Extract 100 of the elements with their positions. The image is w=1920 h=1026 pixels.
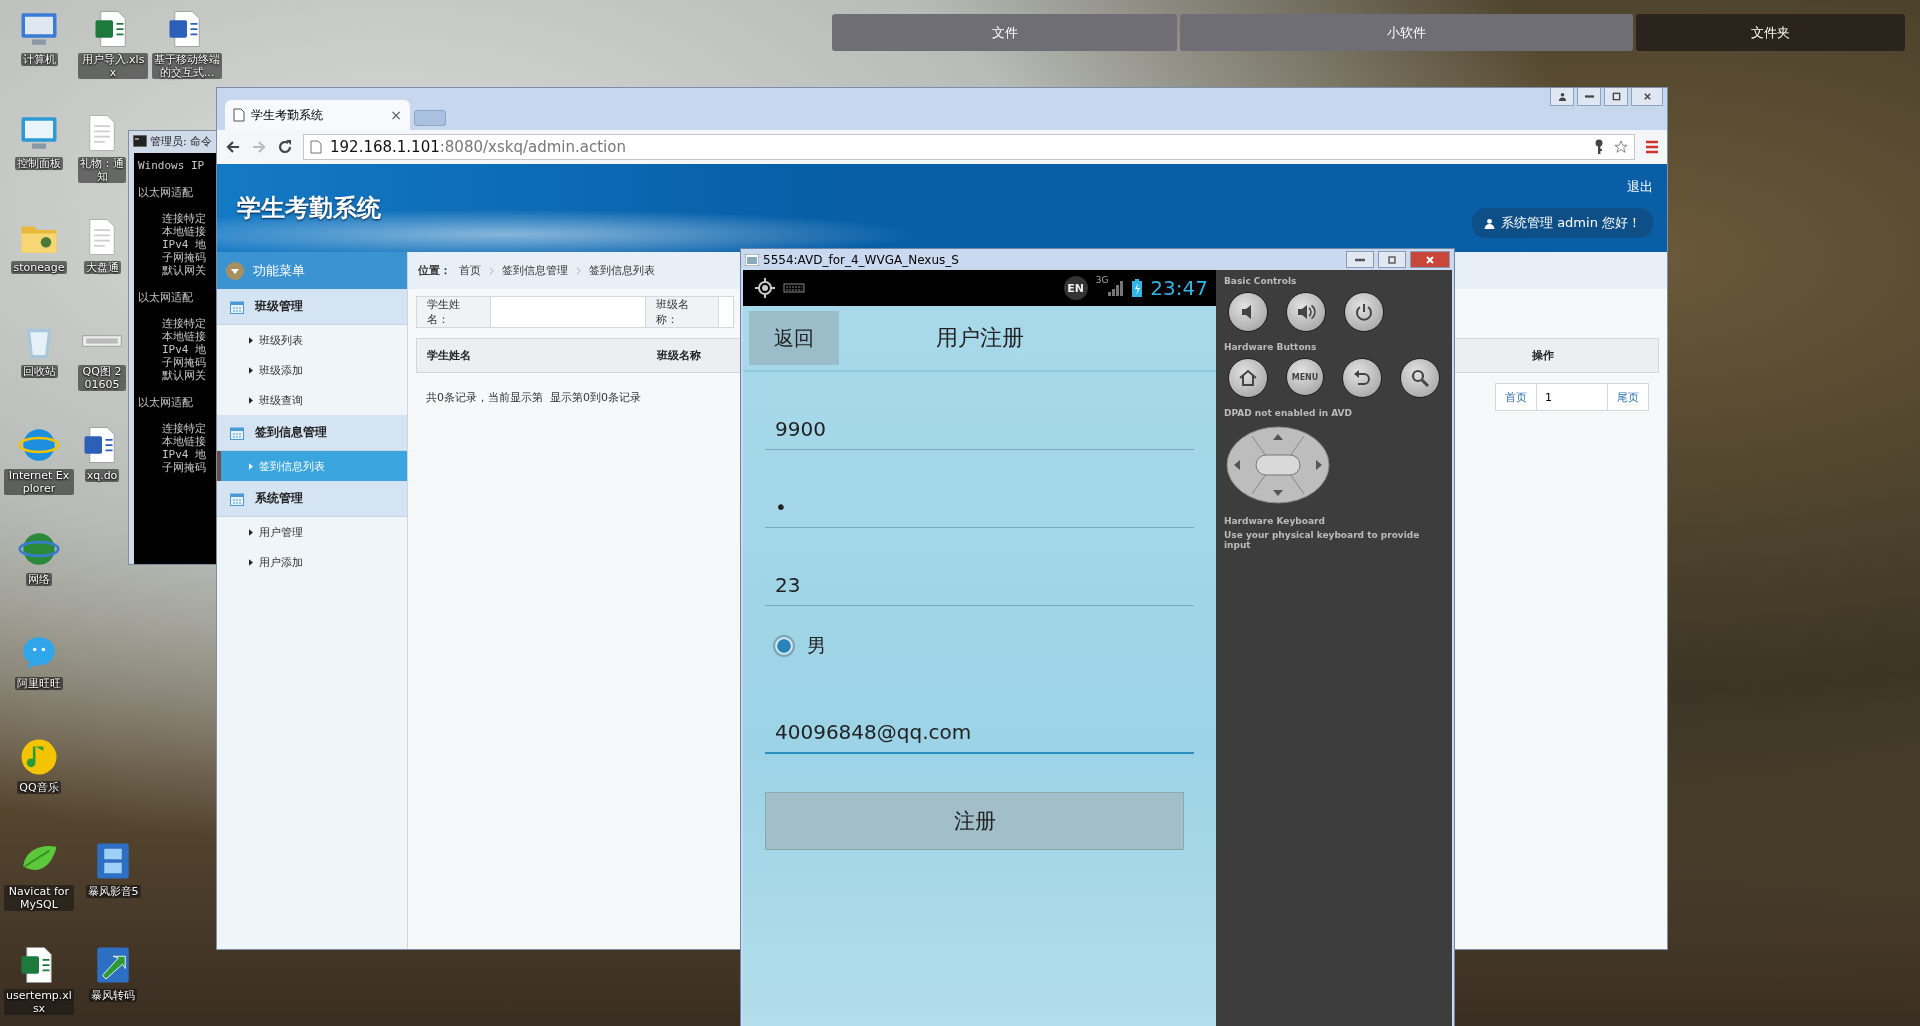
desktop-icon-label[interactable]: QQ音乐 [17,781,61,794]
signal-icon [1108,280,1125,296]
dock-button[interactable]: 文件夹 [1636,14,1905,51]
column-header: 学生姓名 [426,348,472,363]
desktop-icon-label[interactable]: 用户导入.xlsx [78,53,148,79]
close-icon [1425,254,1435,265]
desktop-icon-label[interactable]: stoneage [11,261,67,274]
desktop-icon-label[interactable]: 基于移动终端的交互式... [152,53,222,79]
menu-item[interactable]: 班级查询 [217,385,407,415]
console-text: 默认网关 [161,264,207,277]
page-icon [310,140,322,154]
desktop-icon-label[interactable]: 暴风转码 [89,989,137,1002]
console-text: IPv4 地 [161,238,208,251]
desktop-icon-label[interactable]: Navicat for MySQL [4,885,74,911]
desktop-icon-label[interactable]: QQ图 201605 [78,365,126,391]
desktop-icon-label[interactable]: 大盘通 [83,261,121,274]
hardware-button[interactable] [1342,358,1382,398]
console-text: 连接特定 [161,317,207,330]
desktop-icon-label[interactable]: 礼物：通知 [78,157,126,183]
back-button[interactable]: 返回 [749,311,839,365]
breadcrumb-link[interactable]: 签到信息列表 [589,263,655,278]
menu-group[interactable]: 班级管理 [217,289,407,325]
tab-title: 学生考勤系统 [251,106,324,124]
console-text: 本地链接 [161,435,207,448]
breadcrumb-link[interactable]: 首页 [459,263,481,278]
radio-button[interactable] [773,635,795,657]
caret-icon [249,528,253,536]
close-tab-button[interactable]: × [390,107,402,123]
console-text: 连接特定 [161,422,207,435]
caret-icon [249,366,253,374]
console-text: 以太网适配 [138,396,194,409]
search-label: 学生姓名： [426,297,461,327]
browser-tab[interactable]: 学生考勤系统 × [225,100,410,130]
clock: 23:47 [1150,276,1208,300]
close-button[interactable] [1410,251,1450,268]
first-page-button[interactable]: 首页 [1496,384,1536,410]
record-summary: 共0条记录，当前显示第 显示第0到0条记录 [425,389,641,405]
input-field[interactable]: 23 [765,548,1194,606]
desktop-icon-label[interactable]: 暴风影音5 [85,885,141,898]
greeting-text: 系统管理 admin 您好！ [1501,214,1641,232]
breadcrumb-label: 位置： [418,263,451,278]
search-field[interactable] [489,297,646,327]
hardware-button[interactable] [1286,292,1326,332]
search-icon [1410,368,1430,388]
location-icon [755,278,775,298]
console-text: 本地链接 [161,330,207,343]
back-arrow-icon [1352,368,1372,388]
console-text: IPv4 地 [161,343,208,356]
input-field[interactable]: 9900 [765,392,1194,450]
caret-icon [249,462,253,470]
dock-button[interactable]: 小软件 [1180,14,1634,51]
input-field[interactable]: 40096848@qq.com [765,696,1194,754]
desktop-icon-label[interactable]: usertemp.xlsx [4,989,74,1015]
address-bar[interactable]: 192.168.1.101:8080/xskq/admin.action [303,134,1635,160]
search-field[interactable] [718,297,733,327]
menu-item[interactable]: 用户添加 [217,547,407,577]
maximize-icon [1387,254,1397,265]
desktop-icon-label[interactable]: 回收站 [20,365,58,378]
menu-item[interactable]: 用户管理 [217,517,407,547]
search-label: 班级名称： [654,297,690,327]
menu-item[interactable]: 班级添加 [217,355,407,385]
section-title: Basic Controls [1224,276,1298,286]
menu-icon[interactable] [1645,140,1659,154]
keyboard-hint: Use your physical keyboard to provide input [1224,530,1421,550]
last-page-button[interactable]: 尾页 [1608,384,1648,410]
reload-icon[interactable] [277,139,293,155]
back-arrow-icon[interactable] [225,139,241,155]
menu-group[interactable]: 签到信息管理 [217,415,407,451]
radio-label[interactable]: 男 [807,633,826,659]
page-number-field[interactable]: 1 [1536,384,1608,410]
minimize-button[interactable] [1346,251,1374,268]
window-title: 5554:AVD_for_4_WVGA_Nexus_S [763,252,959,267]
menu-button[interactable]: MENU [1286,358,1324,396]
dpad-note: DPAD not enabled in AVD [1224,408,1354,418]
column-header: 班级名称 [657,348,702,363]
maximize-icon [1611,92,1621,101]
menu-title: 功能菜单 [253,261,305,280]
hardware-button[interactable] [1228,358,1268,398]
input-field[interactable]: • [765,470,1194,528]
hardware-button[interactable] [1400,358,1440,398]
register-button[interactable]: 注册 [765,792,1184,850]
logout-link[interactable]: 退出 [1627,178,1653,196]
star-icon[interactable] [1614,139,1628,155]
home-icon [1238,368,1258,388]
desktop-icon-label[interactable]: Internet Explorer [4,469,74,495]
hardware-button[interactable] [1228,292,1268,332]
menu-item[interactable]: 班级列表 [217,325,407,355]
breadcrumb-link[interactable]: 签到信息管理 [502,263,568,278]
hardware-button[interactable] [1344,292,1384,332]
menu-group[interactable]: 系统管理 [217,481,407,517]
console-text: IPv4 地 [161,448,208,461]
user-button[interactable] [1550,88,1574,106]
desktop-icon-label[interactable]: 计算机 [20,53,58,66]
maximize-button[interactable] [1604,88,1628,106]
desktop-icon-label[interactable]: 网络 [26,573,52,586]
dock-button[interactable]: 文件 [832,14,1177,51]
minimize-button[interactable] [1577,88,1601,106]
caret-icon [249,558,253,566]
close-button[interactable] [1631,88,1663,106]
keyboard-icon [783,282,805,294]
